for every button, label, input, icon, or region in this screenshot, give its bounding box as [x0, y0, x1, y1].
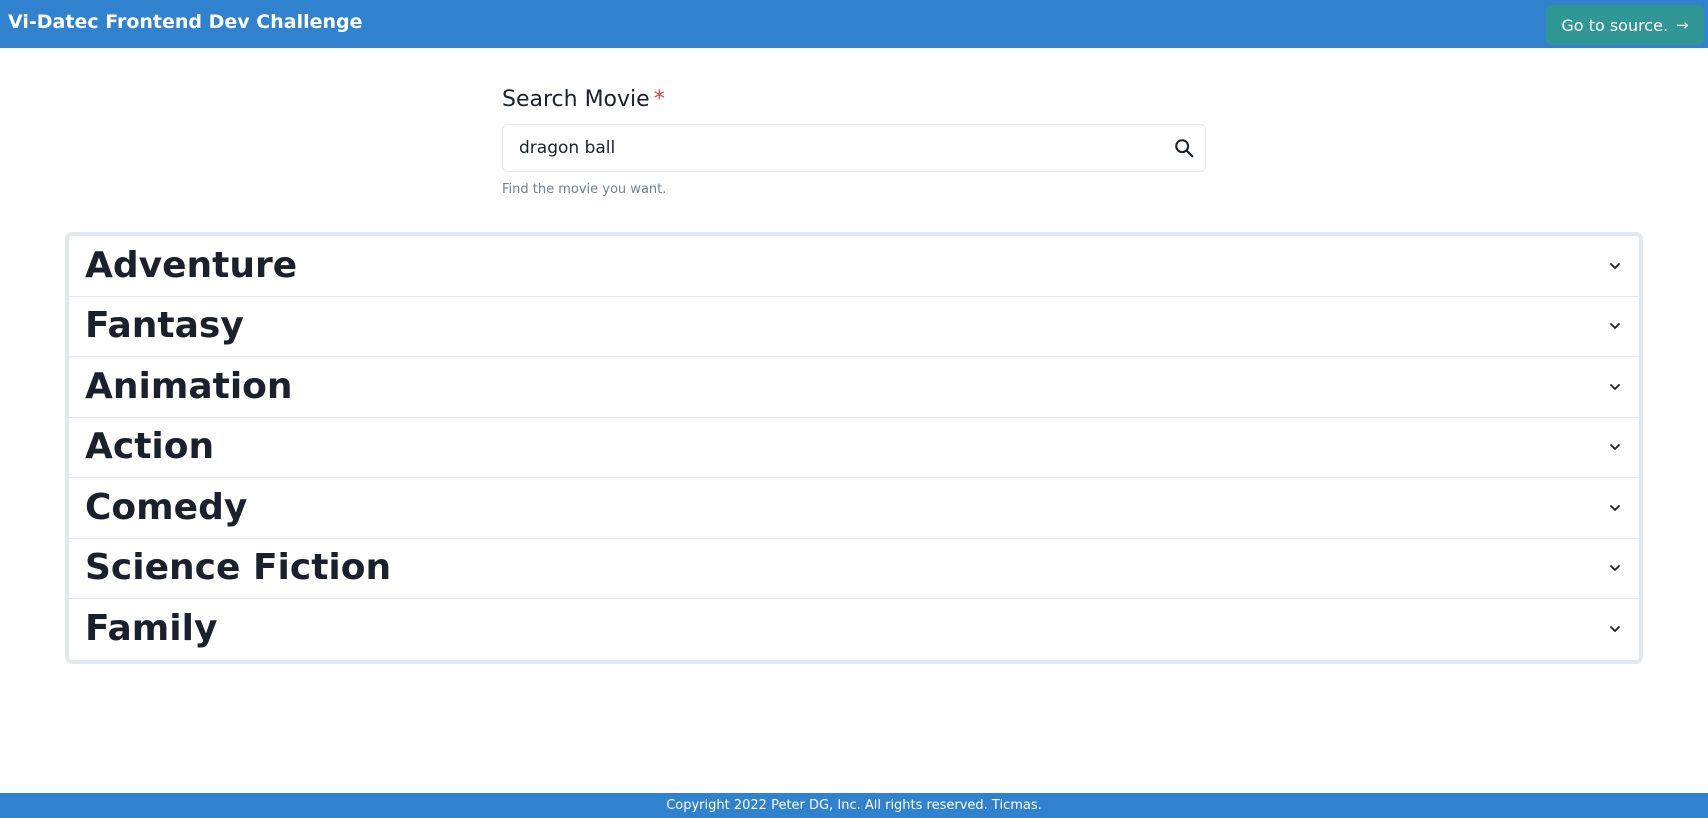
accordion-item-animation[interactable]: Animation	[69, 357, 1639, 418]
search-helper-text: Find the movie you want.	[502, 182, 667, 197]
chevron-down-icon	[1610, 626, 1620, 633]
chevron-down-icon	[1610, 323, 1620, 330]
chevron-down-icon	[1610, 565, 1620, 572]
accordion-title: Animation	[85, 365, 293, 407]
search-box	[502, 124, 1206, 172]
chevron-down-icon	[1610, 262, 1620, 269]
search-label: Search Movie *	[502, 86, 1206, 114]
chevron-down-icon	[1610, 444, 1620, 451]
accordion-title: Action	[85, 426, 215, 468]
accordion-title: Fantasy	[85, 305, 244, 347]
accordion-item-science-fiction[interactable]: Science Fiction	[69, 539, 1639, 599]
accordion-title: Adventure	[85, 244, 298, 286]
accordion-item-adventure[interactable]: Adventure	[69, 236, 1639, 297]
chevron-down-icon	[1610, 504, 1620, 511]
search-form: Search Movie* Find the movie you want.	[502, 86, 1206, 197]
required-indicator: *	[653, 87, 665, 112]
top-header: Vi-Datec Frontend Dev Challenge Go to so…	[0, 0, 1708, 48]
accordion-item-action[interactable]: Action	[69, 418, 1639, 478]
genre-accordion: Adventure Fantasy Animation Action Comed…	[65, 232, 1643, 664]
chevron-down-icon	[1610, 383, 1620, 390]
go-to-source-label: Go to source.	[1561, 15, 1669, 35]
footer-copyright: Copyright 2022 Peter DG, Inc. All rights…	[666, 798, 1042, 813]
page-footer: Copyright 2022 Peter DG, Inc. All rights…	[0, 793, 1708, 818]
search-input[interactable]	[503, 125, 1205, 171]
accordion-title: Science Fiction	[85, 547, 392, 589]
go-to-source-button[interactable]: Go to source. →	[1546, 5, 1704, 45]
app-title: Vi-Datec Frontend Dev Challenge	[8, 11, 363, 33]
accordion-title: Comedy	[85, 486, 248, 528]
search-label-text: Search Movie	[502, 87, 650, 112]
arrow-right-icon: →	[1676, 15, 1689, 34]
accordion-item-comedy[interactable]: Comedy	[69, 478, 1639, 539]
accordion-item-family[interactable]: Family	[69, 599, 1639, 660]
accordion-item-fantasy[interactable]: Fantasy	[69, 297, 1639, 357]
search-icon[interactable]	[1173, 137, 1195, 159]
accordion-title: Family	[85, 608, 218, 650]
